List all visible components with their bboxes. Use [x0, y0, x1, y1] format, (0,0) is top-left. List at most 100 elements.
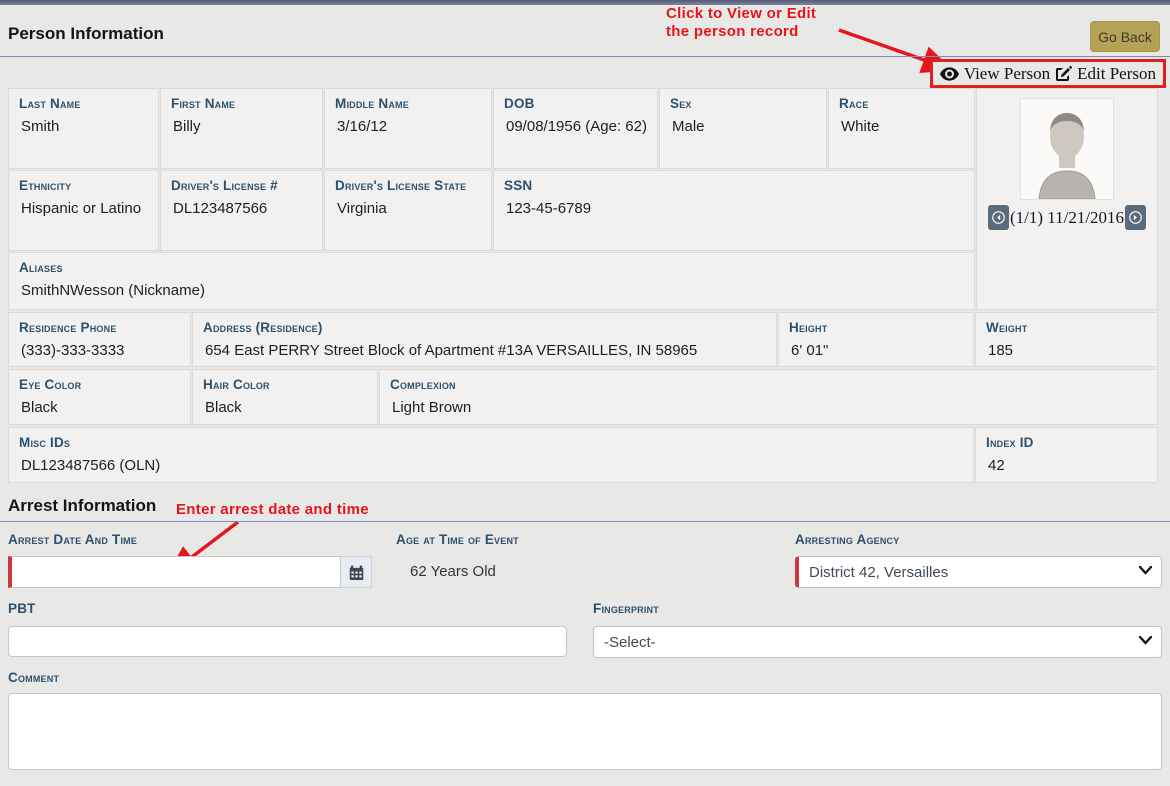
field-label: Middle Name [335, 95, 481, 112]
field-weight: Weight 185 [975, 312, 1158, 367]
field-value: 185 [986, 341, 1147, 361]
view-person-button[interactable]: View Person [940, 64, 1050, 84]
field-value: DL123487566 [171, 199, 312, 219]
field-value: 123-45-6789 [504, 199, 964, 219]
field-middle-name: Middle Name 3/16/12 [324, 88, 492, 169]
field-value: White [839, 117, 964, 137]
mugshot-photo-image [1021, 99, 1113, 199]
field-dob: DOB 09/08/1956 (Age: 62) [493, 88, 658, 169]
divider [0, 521, 1170, 522]
field-label: Driver's License State [335, 177, 481, 194]
annotation-view-edit: Click to View or Edit the person record [666, 5, 816, 41]
field-drivers-license-state: Driver's License State Virginia [324, 170, 492, 251]
field-last-name: Last Name Smith [8, 88, 159, 169]
field-value: Male [670, 117, 816, 137]
field-label: Last Name [19, 95, 148, 112]
arrest-date-time-label: Arrest Date And Time [8, 532, 137, 547]
field-label: Index ID [986, 434, 1147, 451]
field-address-residence: Address (Residence) 654 East PERRY Stree… [192, 312, 777, 367]
field-label: Address (Residence) [203, 319, 766, 336]
field-value: 6' 01" [789, 341, 963, 361]
pbt-input[interactable] [8, 626, 567, 657]
age-at-event-value: 62 Years Old [410, 563, 496, 580]
previous-photo-button[interactable] [988, 205, 1009, 230]
go-back-button[interactable]: Go Back [1090, 21, 1160, 52]
field-label: Driver's License # [171, 177, 312, 194]
field-value: Hispanic or Latino [19, 199, 148, 219]
fingerprint-select[interactable]: -Select- [593, 626, 1162, 658]
top-accent-bar [0, 0, 1170, 5]
person-photo-panel: (1/1) 11/21/2016 [976, 88, 1158, 310]
field-complexion: Complexion Light Brown [379, 369, 1158, 425]
arrest-date-time-input[interactable] [8, 556, 341, 588]
field-label: First Name [171, 95, 312, 112]
field-label: Aliases [19, 259, 964, 276]
annotation-line: the person record [666, 23, 816, 41]
field-value: 654 East PERRY Street Block of Apartment… [203, 341, 766, 361]
field-first-name: First Name Billy [160, 88, 323, 169]
arresting-agency-select[interactable]: District 42, Versailles [795, 556, 1162, 588]
field-label: Ethnicity [19, 177, 148, 194]
field-label: Hair Color [203, 376, 367, 393]
field-label: Height [789, 319, 963, 336]
arrest-date-time-group [8, 556, 372, 588]
pencil-square-icon [1056, 66, 1072, 82]
field-residence-phone: Residence Phone (333)-333-3333 [8, 312, 191, 367]
annotation-line: Click to View or Edit [666, 5, 816, 23]
arrest-section-title: Arrest Information [8, 496, 156, 516]
fingerprint-label: Fingerprint [593, 601, 659, 616]
arresting-agency-wrap: District 42, Versailles [795, 556, 1162, 588]
field-label: Residence Phone [19, 319, 180, 336]
field-label: DOB [504, 95, 647, 112]
field-drivers-license-number: Driver's License # DL123487566 [160, 170, 323, 251]
edit-person-button[interactable]: Edit Person [1056, 64, 1156, 84]
field-value: 42 [986, 456, 1147, 476]
field-value: Billy [171, 117, 312, 137]
calendar-icon [349, 565, 364, 580]
field-label: Sex [670, 95, 816, 112]
field-value: 09/08/1956 (Age: 62) [504, 117, 647, 137]
field-value: Virginia [335, 199, 481, 219]
field-height: Height 6' 01" [778, 312, 974, 367]
field-ssn: SSN 123-45-6789 [493, 170, 975, 251]
mugshot-photo [1021, 99, 1113, 199]
photo-caption: (1/1) 11/21/2016 [1010, 208, 1124, 228]
field-label: Weight [986, 319, 1147, 336]
age-at-event-label: Age at Time of Event [396, 532, 519, 547]
arresting-agency-label: Arresting Agency [795, 532, 899, 547]
field-value: SmithNWesson (Nickname) [19, 281, 964, 301]
comment-label: Comment [8, 670, 59, 685]
arrow-circle-left-icon [992, 211, 1005, 224]
comment-textarea[interactable] [8, 693, 1162, 770]
divider [0, 56, 1170, 57]
field-eye-color: Eye Color Black [8, 369, 191, 425]
field-value: Smith [19, 117, 148, 137]
field-aliases: Aliases SmithNWesson (Nickname) [8, 252, 975, 310]
field-label: SSN [504, 177, 964, 194]
field-value: Light Brown [390, 398, 1147, 418]
person-details-grid: Last Name Smith First Name Billy Middle … [8, 88, 1158, 483]
field-value: (333)-333-3333 [19, 341, 180, 361]
calendar-button[interactable] [341, 556, 372, 588]
field-ethnicity: Ethnicity Hispanic or Latino [8, 170, 159, 251]
field-label: Race [839, 95, 964, 112]
field-label: Misc IDs [19, 434, 963, 451]
arrow-circle-right-icon [1129, 211, 1142, 224]
field-misc-ids: Misc IDs DL123487566 (OLN) [8, 427, 974, 483]
edit-person-label: Edit Person [1077, 64, 1156, 84]
field-race: Race White [828, 88, 975, 169]
next-photo-button[interactable] [1125, 205, 1146, 230]
view-person-label: View Person [964, 64, 1050, 84]
field-index-id: Index ID 42 [975, 427, 1158, 483]
field-sex: Sex Male [659, 88, 827, 169]
field-label: Eye Color [19, 376, 180, 393]
eye-icon [940, 67, 959, 81]
field-label: Complexion [390, 376, 1147, 393]
field-hair-color: Hair Color Black [192, 369, 378, 425]
page-title: Person Information [8, 24, 164, 44]
fingerprint-wrap: -Select- [593, 626, 1162, 658]
pbt-label: PBT [8, 601, 36, 616]
field-value: 3/16/12 [335, 117, 481, 137]
field-value: DL123487566 (OLN) [19, 456, 963, 476]
view-edit-toolbar: View Person Edit Person [930, 59, 1166, 88]
